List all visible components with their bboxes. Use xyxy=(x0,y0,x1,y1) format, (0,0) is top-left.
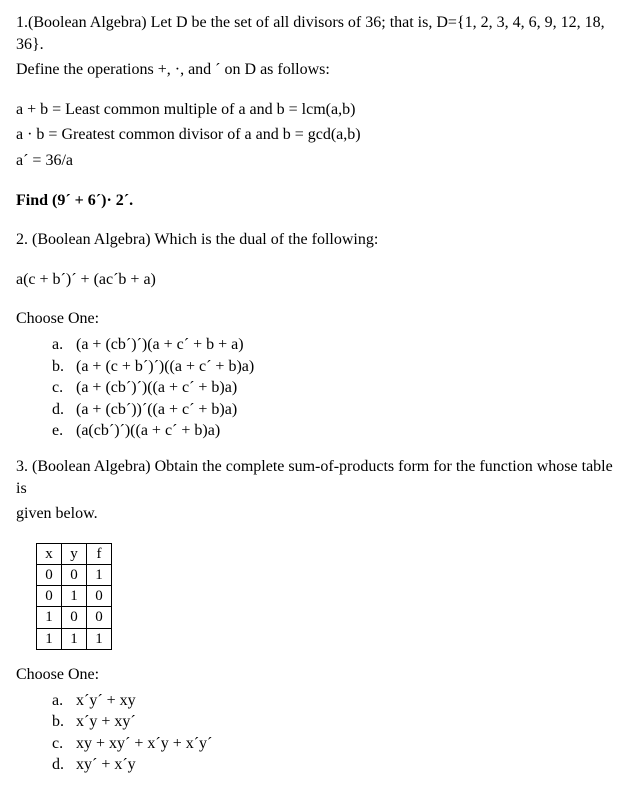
choice-text: (a + (c + b´)´)((a + c´ + b)a) xyxy=(76,356,616,378)
choice-letter: c. xyxy=(52,733,76,755)
table-row: 0 0 1 xyxy=(37,564,112,585)
choice-letter: c. xyxy=(52,377,76,399)
th-x: x xyxy=(37,543,62,564)
choice-text: xy´ + x´y xyxy=(76,754,616,776)
q1-line2: Define the operations +, ·, and ´ on D a… xyxy=(16,59,616,81)
q2-choose: Choose One: xyxy=(16,308,616,330)
choice-letter: d. xyxy=(52,399,76,421)
choice-letter: b. xyxy=(52,356,76,378)
q3-choice-d: d. xy´ + x´y xyxy=(52,754,616,776)
cell: 0 xyxy=(62,564,87,585)
choice-text: (a + (cb´)´)(a + c´ + b + a) xyxy=(76,334,616,356)
choice-letter: e. xyxy=(52,420,76,442)
truth-table: x y f 0 0 1 0 1 0 1 0 0 1 1 1 xyxy=(36,543,112,650)
cell: 0 xyxy=(87,607,112,628)
q3-choice-a: a. x´y´ + xy xyxy=(52,690,616,712)
choice-letter: d. xyxy=(52,754,76,776)
cell: 1 xyxy=(62,586,87,607)
cell: 0 xyxy=(62,607,87,628)
table-row: 0 1 0 xyxy=(37,586,112,607)
choice-letter: a. xyxy=(52,334,76,356)
q2-expr: a(c + b´)´ + (ac´b + a) xyxy=(16,269,616,291)
q1-def2: a · b = Greatest common divisor of a and… xyxy=(16,124,616,146)
choice-text: (a + (cb´))´((a + c´ + b)a) xyxy=(76,399,616,421)
q3-choose: Choose One: xyxy=(16,664,616,686)
choice-letter: b. xyxy=(52,711,76,733)
q3-choice-c: c. xy + xy´ + x´y + x´y´ xyxy=(52,733,616,755)
cell: 0 xyxy=(37,564,62,585)
q3-line2: given below. xyxy=(16,503,616,525)
table-row: 1 1 1 xyxy=(37,628,112,649)
q2-choice-d: d. (a + (cb´))´((a + c´ + b)a) xyxy=(52,399,616,421)
q1-def1: a + b = Least common multiple of a and b… xyxy=(16,99,616,121)
q1-find: Find (9´ + 6´)· 2´. xyxy=(16,190,616,212)
q2-choice-c: c. (a + (cb´)´)((a + c´ + b)a) xyxy=(52,377,616,399)
q2-choice-a: a. (a + (cb´)´)(a + c´ + b + a) xyxy=(52,334,616,356)
cell: 0 xyxy=(87,586,112,607)
q2-line1: 2. (Boolean Algebra) Which is the dual o… xyxy=(16,229,616,251)
cell: 0 xyxy=(37,586,62,607)
choice-text: (a(cb´)´)((a + c´ + b)a) xyxy=(76,420,616,442)
th-y: y xyxy=(62,543,87,564)
cell: 1 xyxy=(62,628,87,649)
q3-choice-b: b. x´y + xy´ xyxy=(52,711,616,733)
q1-line1: 1.(Boolean Algebra) Let D be the set of … xyxy=(16,12,616,55)
cell: 1 xyxy=(87,628,112,649)
q1-def3: a´ = 36/a xyxy=(16,150,616,172)
choice-text: x´y + xy´ xyxy=(76,711,616,733)
cell: 1 xyxy=(87,564,112,585)
table-row: x y f xyxy=(37,543,112,564)
q3-line1: 3. (Boolean Algebra) Obtain the complete… xyxy=(16,456,616,499)
cell: 1 xyxy=(37,607,62,628)
q2-choice-b: b. (a + (c + b´)´)((a + c´ + b)a) xyxy=(52,356,616,378)
choice-text: x´y´ + xy xyxy=(76,690,616,712)
choice-text: (a + (cb´)´)((a + c´ + b)a) xyxy=(76,377,616,399)
cell: 1 xyxy=(37,628,62,649)
choice-letter: a. xyxy=(52,690,76,712)
q2-choice-e: e. (a(cb´)´)((a + c´ + b)a) xyxy=(52,420,616,442)
choice-text: xy + xy´ + x´y + x´y´ xyxy=(76,733,616,755)
th-f: f xyxy=(87,543,112,564)
table-row: 1 0 0 xyxy=(37,607,112,628)
